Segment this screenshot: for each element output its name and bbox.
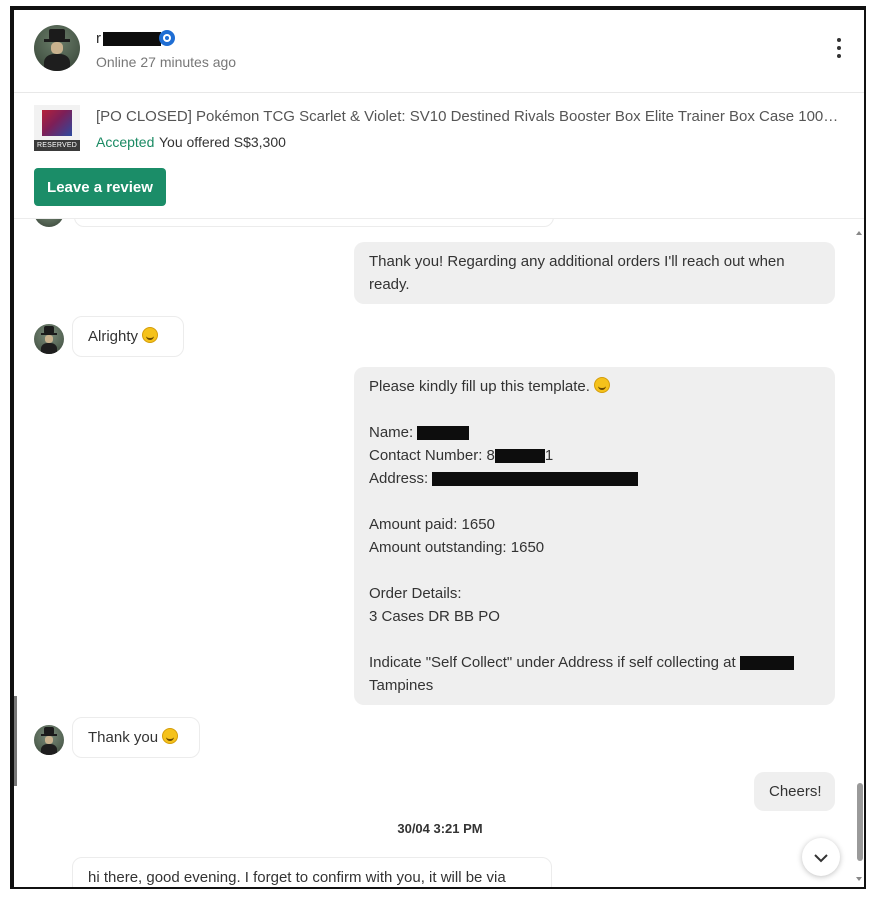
offer-amount: You offered S$3,300 [159,134,286,150]
listing-card: RESERVED [PO CLOSED] Pokémon TCG Scarlet… [14,93,864,219]
self-collect-text: Indicate "Self Collect" under Address if… [369,654,736,671]
redacted-name [417,426,470,441]
amount-paid: Amount paid: 1650 [369,516,495,533]
smiling-face-emoji-icon [142,327,159,343]
self-collect-location: Tampines [369,677,434,694]
message-text: Thank you [88,729,159,746]
scrollbar-thumb[interactable] [857,783,863,861]
order-details-label: Order Details: [369,585,462,602]
reserved-tag: RESERVED [34,140,80,151]
listing-thumbnail[interactable]: RESERVED [34,105,80,151]
name-label: Name: [369,424,414,441]
offer-status: Accepted [96,134,155,150]
redacted-location [739,656,794,671]
redacted-address [432,472,639,487]
order-details: 3 Cases DR BB PO [369,608,500,625]
message-text: Alrighty [88,328,139,345]
amount-outstanding: Amount outstanding: 1650 [369,539,545,556]
message-bubble-sent-template: Please kindly fill up this template. Nam… [354,367,835,705]
verified-badge-icon [159,30,175,46]
username[interactable]: r [96,30,161,47]
contact-tail: 1 [544,447,554,464]
message-bubble-sent: Thank you! Regarding any additional orde… [354,242,835,304]
smiling-face-emoji-icon [162,728,179,744]
message-bubble-received: Thank you [72,717,200,758]
kebab-icon[interactable] [836,38,842,60]
smiling-face-emoji-icon [593,377,610,393]
message-bubble-partial [74,219,554,227]
message-text: Please kindly fill up this template. [369,378,590,395]
redacted-contact [494,449,545,464]
message-list[interactable]: Thank you! Regarding any additional orde… [14,219,864,889]
scroll-to-bottom-button[interactable] [802,838,840,876]
listing-title[interactable]: [PO CLOSED] Pokémon TCG Scarlet & Violet… [96,108,851,125]
message-bubble-received: Alrighty [72,316,184,357]
username-text[interactable]: r [96,30,101,47]
chat-window: r Online 27 minutes ago RESERVED [PO CLO… [10,6,866,889]
scroll-up-arrow-icon[interactable] [856,231,862,235]
address-label: Address: [369,470,429,487]
chevron-down-icon [814,854,828,863]
sender-avatar[interactable] [34,324,64,354]
chat-header: r Online 27 minutes ago [14,10,864,93]
message-text: hi there, good evening. I forget to conf… [88,869,506,886]
scroll-down-arrow-icon[interactable] [856,877,862,881]
message-bubble-sent: Cheers! [754,772,835,811]
sender-avatar [34,887,64,889]
message-text: Cheers! [769,783,822,800]
message-bubble-received: hi there, good evening. I forget to conf… [72,857,552,887]
chat-scrollbar[interactable] [854,223,864,883]
sender-avatar [34,219,64,227]
message-timestamp: 30/04 3:21 PM [397,821,483,836]
contact-label: Contact Number: 8 [369,447,495,464]
user-avatar[interactable] [34,25,80,71]
leave-review-button[interactable]: Leave a review [34,168,166,206]
window-edge-scrollbar [14,696,17,786]
online-status: Online 27 minutes ago [96,54,237,70]
redacted-username [103,32,161,47]
message-text: Thank you! Regarding any additional orde… [369,253,785,293]
sender-avatar[interactable] [34,725,64,755]
